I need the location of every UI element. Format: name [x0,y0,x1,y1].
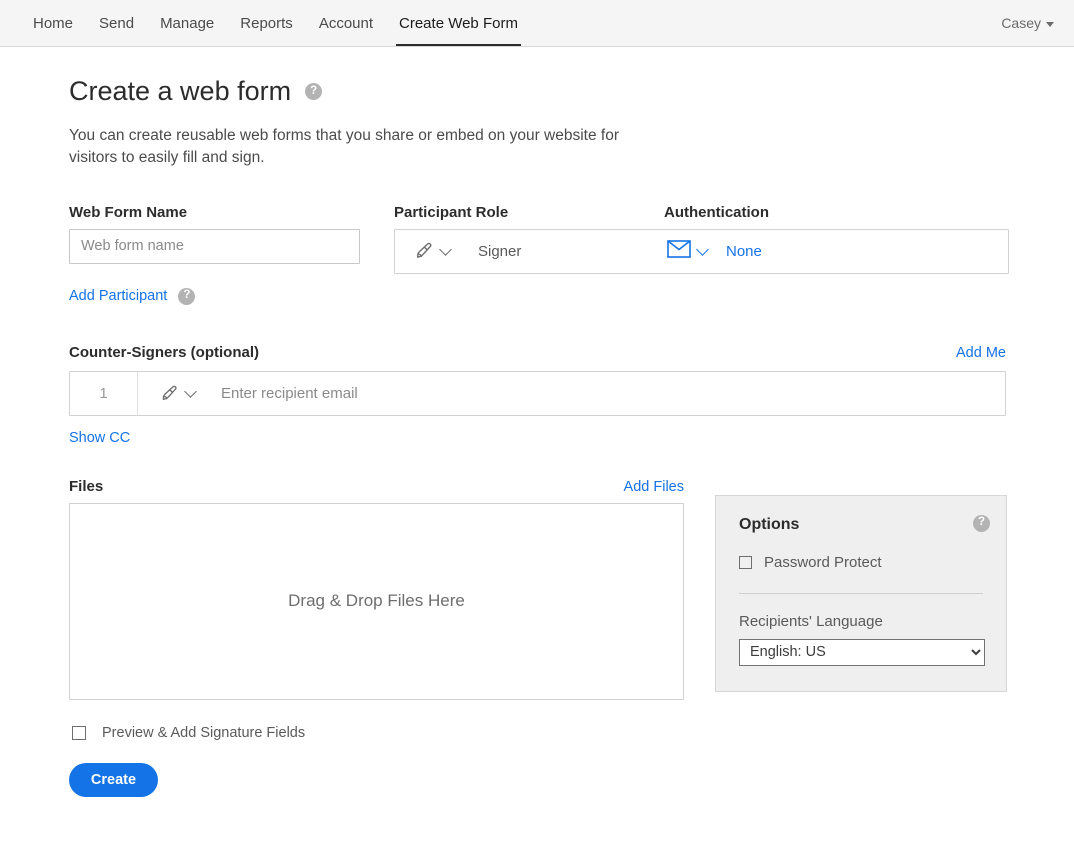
pen-nib-icon[interactable] [158,383,179,404]
files-heading: Files [69,477,104,495]
options-panel: ? Options Password Protect Recipients' L… [715,494,1007,692]
nav-item-send[interactable]: Send [86,0,147,46]
files-and-options-row: Files Add Files Drag & Drop Files Here ?… [69,478,1074,700]
participant-role-selector[interactable]: Signer [395,240,665,262]
nav-item-label: Home [33,14,74,32]
field-inputs-row: Signer None [69,228,1074,274]
nav-item-home[interactable]: Home [20,0,86,46]
recipients-language-label: Recipients' Language [739,612,883,630]
nav-item-account[interactable]: Account [306,0,386,46]
file-dropzone[interactable]: Drag & Drop Files Here [69,502,684,700]
password-protect-row[interactable]: Password Protect [739,554,983,571]
participant-row: Signer None [394,228,1009,274]
preview-signature-fields-label: Preview & Add Signature Fields [102,724,306,741]
page-title-row: Create a web form ? [69,76,1074,107]
nav-item-label: Manage [160,14,215,32]
password-protect-label: Password Protect [764,553,882,571]
participant-role-value: Signer [478,242,522,260]
participant-role-label: Participant Role [394,203,509,221]
add-me-link[interactable]: Add Me [956,345,1006,361]
nav-item-list: Home Send Manage Reports Account Create … [20,0,531,46]
add-participant-row: Add Participant ? [69,287,1074,305]
page-title: Create a web form [69,76,292,106]
create-button[interactable]: Create [69,762,158,797]
recipients-language-select[interactable]: English: US [739,638,985,666]
user-menu-label: Casey [1001,15,1041,31]
pen-nib-icon [412,240,434,262]
envelope-icon [667,239,691,263]
options-divider [739,592,983,594]
options-title: Options [739,515,800,533]
top-navigation-bar: Home Send Manage Reports Account Create … [0,0,1074,47]
preview-signature-fields-row[interactable]: Preview & Add Signature Fields [72,725,1074,741]
recipient-email-input[interactable] [221,371,1005,415]
files-header: Files Add Files [69,478,684,495]
page-description: You can create reusable web forms that y… [69,126,619,166]
preview-signature-fields-checkbox[interactable] [72,725,86,740]
web-form-name-input[interactable] [69,228,360,264]
password-protect-checkbox[interactable] [739,555,752,569]
nav-item-label: Account [318,14,374,32]
page-content: Create a web form ? You can create reusa… [0,47,1074,797]
nav-item-manage[interactable]: Manage [147,0,227,46]
caret-down-icon [1046,21,1054,27]
authentication-value-link[interactable]: None [726,243,762,260]
nav-item-create-web-form[interactable]: Create Web Form [386,0,531,46]
nav-item-label: Send [99,14,135,32]
user-menu[interactable]: Casey [1001,0,1058,46]
chevron-down-icon[interactable] [184,384,197,398]
help-circle-icon[interactable]: ? [178,287,196,305]
nav-item-label: Reports [240,14,293,32]
chevron-down-icon [696,242,709,256]
counter-signer-row: 1 [69,370,1006,416]
add-files-link[interactable]: Add Files [624,479,684,495]
counter-signer-controls [138,371,1005,415]
authentication-label: Authentication [664,203,769,221]
chevron-down-icon [439,242,452,256]
authentication-selector[interactable]: None [665,239,762,263]
counter-signers-header: Counter-Signers (optional) Add Me [69,344,1006,361]
help-circle-icon[interactable]: ? [305,83,323,101]
web-form-name-label: Web Form Name [69,203,188,221]
files-column: Files Add Files Drag & Drop Files Here [69,478,684,700]
show-cc-row: Show CC [69,429,1074,447]
counter-signers-heading: Counter-Signers (optional) [69,343,259,361]
nav-item-label: Create Web Form [399,14,518,32]
dropzone-label: Drag & Drop Files Here [288,591,465,611]
add-participant-link[interactable]: Add Participant [69,288,167,304]
nav-item-reports[interactable]: Reports [227,0,306,46]
field-labels-row: Web Form Name Participant Role Authentic… [69,204,1074,221]
counter-signer-index: 1 [70,371,138,415]
help-circle-icon[interactable]: ? [973,514,990,532]
show-cc-link[interactable]: Show CC [69,430,130,446]
